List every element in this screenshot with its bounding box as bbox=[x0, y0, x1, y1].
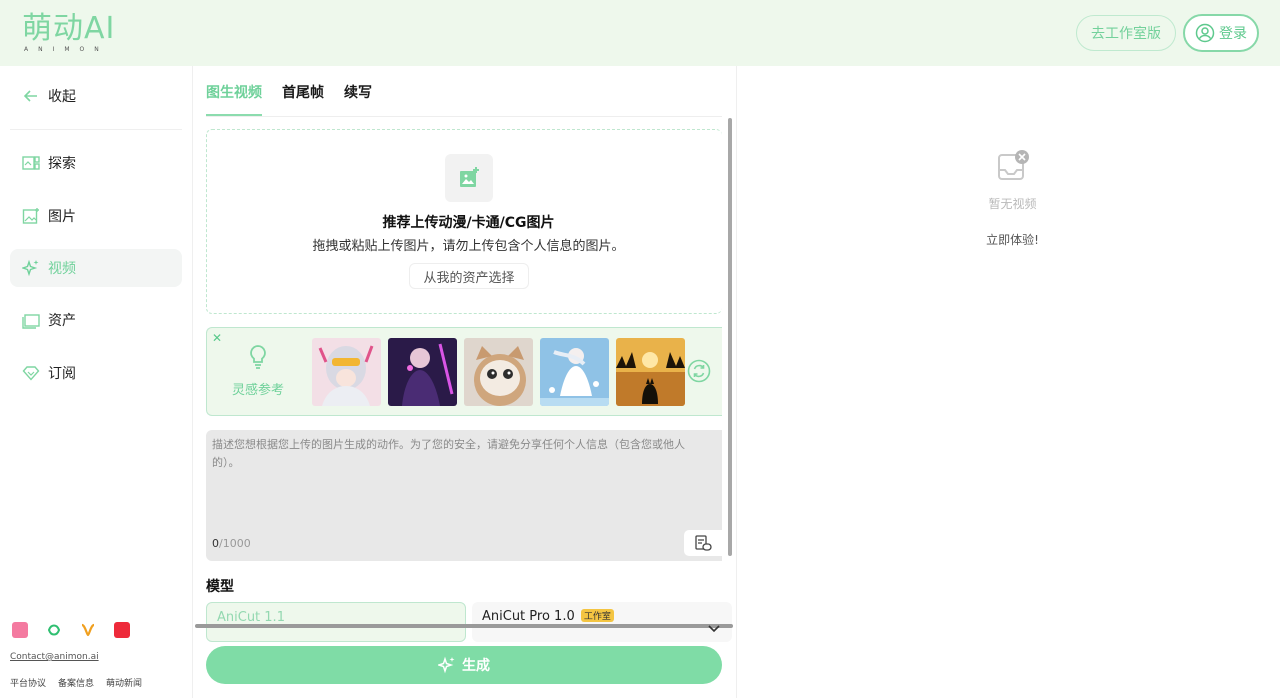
upload-image-icon bbox=[445, 154, 493, 202]
logo[interactable]: 萌动AI ANIMON bbox=[22, 11, 116, 54]
upload-dropzone[interactable]: 推荐上传动漫/卡通/CG图片 拖拽或粘贴上传图片，请勿上传包含个人信息的图片。 … bbox=[206, 129, 722, 314]
generate-button[interactable]: 生成 bbox=[206, 646, 722, 684]
sidebar-divider bbox=[10, 129, 182, 130]
lightbulb-icon bbox=[247, 344, 269, 374]
xiaohongshu-icon[interactable] bbox=[114, 622, 130, 638]
char-count: 0 bbox=[212, 537, 219, 550]
char-counter: 0/1000 bbox=[212, 537, 251, 550]
wechat-video-icon[interactable] bbox=[46, 622, 62, 638]
empty-state-text: 暂无视频 bbox=[988, 197, 1037, 211]
tab-image-to-video[interactable]: 图生视频 bbox=[206, 82, 262, 116]
model-name: AniCut 1.1 bbox=[217, 610, 285, 625]
inspiration-label: 灵感参考 bbox=[232, 383, 285, 398]
footer-link-filing[interactable]: 备案信息 bbox=[58, 676, 94, 689]
collapse-button[interactable]: 收起 bbox=[10, 77, 182, 115]
main-panel: 图生视频 首尾帧 续写 推荐上传动漫/卡通/CG图片 拖拽或粘贴上传图片，请勿上… bbox=[193, 66, 737, 698]
thumbnail-dark-fantasy[interactable] bbox=[388, 338, 457, 406]
sidebar: 收起 探索 图片 视频 资产 订阅 Contact@animon.ai 平台协议… bbox=[0, 66, 193, 698]
contact-link[interactable]: Contact@animon.ai bbox=[10, 652, 99, 662]
upload-description: 拖拽或粘贴上传图片，请勿上传包含个人信息的图片。 bbox=[312, 239, 625, 254]
logo-text: 萌动AI bbox=[22, 11, 116, 46]
sparkle-icon bbox=[22, 259, 39, 277]
collapse-label: 收起 bbox=[48, 89, 76, 105]
prompt-helper-icon bbox=[695, 535, 712, 551]
choose-from-assets-button[interactable]: 从我的资产选择 bbox=[409, 263, 529, 289]
model-option-anicut-pro[interactable]: AniCut Pro 1.0 工作室 bbox=[472, 602, 732, 642]
model-option-anicut[interactable]: AniCut 1.1 bbox=[206, 602, 466, 642]
model-section-title: 模型 bbox=[206, 579, 234, 595]
prompt-box: 0/1000 bbox=[206, 430, 722, 561]
tab-continue[interactable]: 续写 bbox=[344, 82, 372, 116]
sidebar-item-assets[interactable]: 资产 bbox=[10, 301, 182, 339]
footer-links: 平台协议 备案信息 萌动新闻 bbox=[10, 676, 142, 689]
image-icon bbox=[22, 208, 39, 224]
sidebar-item-explore[interactable]: 探索 bbox=[10, 144, 182, 182]
horizontal-scrollbar[interactable] bbox=[195, 624, 733, 628]
folder-icon bbox=[22, 314, 40, 329]
sidebar-item-image[interactable]: 图片 bbox=[10, 197, 182, 235]
weibo-icon[interactable] bbox=[80, 622, 96, 638]
chevron-down-icon[interactable] bbox=[707, 620, 721, 639]
sidebar-item-label: 探索 bbox=[48, 156, 76, 172]
sidebar-item-label: 订阅 bbox=[48, 366, 76, 382]
bilibili-icon[interactable] bbox=[12, 622, 28, 638]
explore-icon bbox=[22, 156, 40, 170]
inspiration-thumbnails bbox=[312, 338, 685, 406]
user-icon bbox=[1195, 23, 1215, 43]
login-button[interactable]: 登录 bbox=[1183, 14, 1259, 52]
generate-label: 生成 bbox=[462, 658, 490, 674]
refresh-icon[interactable] bbox=[687, 359, 711, 387]
thumbnail-cat-sunset[interactable] bbox=[616, 338, 685, 406]
sidebar-item-subscribe[interactable]: 订阅 bbox=[10, 354, 182, 392]
sidebar-item-label: 资产 bbox=[48, 313, 76, 329]
close-icon[interactable]: ✕ bbox=[212, 331, 222, 345]
prompt-input[interactable] bbox=[206, 430, 706, 530]
preview-panel: 暂无视频 立即体验! bbox=[737, 66, 1280, 698]
footer-link-terms[interactable]: 平台协议 bbox=[10, 676, 46, 689]
upload-title: 推荐上传动漫/卡通/CG图片 bbox=[382, 215, 555, 231]
sidebar-item-label: 图片 bbox=[48, 209, 76, 225]
login-label: 登录 bbox=[1219, 26, 1247, 42]
tab-first-last-frame[interactable]: 首尾帧 bbox=[282, 82, 324, 116]
sparkle-icon bbox=[438, 656, 455, 674]
arrow-left-icon bbox=[23, 90, 37, 102]
thumbnail-white-dress-girl[interactable] bbox=[540, 338, 609, 406]
sidebar-item-label: 视频 bbox=[48, 261, 76, 277]
logo-subtitle: ANIMON bbox=[24, 46, 109, 53]
char-max: /1000 bbox=[219, 537, 251, 550]
tabs-divider bbox=[206, 116, 722, 117]
social-links bbox=[12, 622, 130, 638]
studio-button[interactable]: 去工作室版 bbox=[1076, 15, 1176, 51]
studio-badge: 工作室 bbox=[580, 609, 614, 622]
footer-link-news[interactable]: 萌动新闻 bbox=[106, 676, 142, 689]
no-video-icon bbox=[996, 150, 1030, 188]
model-name: AniCut Pro 1.0 bbox=[482, 609, 575, 624]
thumbnail-kitten[interactable] bbox=[464, 338, 533, 406]
diamond-icon bbox=[22, 366, 40, 381]
sidebar-item-video[interactable]: 视频 bbox=[10, 249, 182, 287]
thumbnail-anime-girl[interactable] bbox=[312, 338, 381, 406]
vertical-scrollbar[interactable] bbox=[728, 118, 732, 556]
mode-tabs: 图生视频 首尾帧 续写 bbox=[206, 82, 372, 116]
inspiration-panel: ✕ 灵感参考 bbox=[206, 327, 722, 416]
prompt-tool-button[interactable] bbox=[684, 530, 722, 556]
header: 萌动AI ANIMON 去工作室版 登录 bbox=[0, 0, 1280, 66]
try-now-link[interactable]: 立即体验! bbox=[737, 231, 1280, 248]
